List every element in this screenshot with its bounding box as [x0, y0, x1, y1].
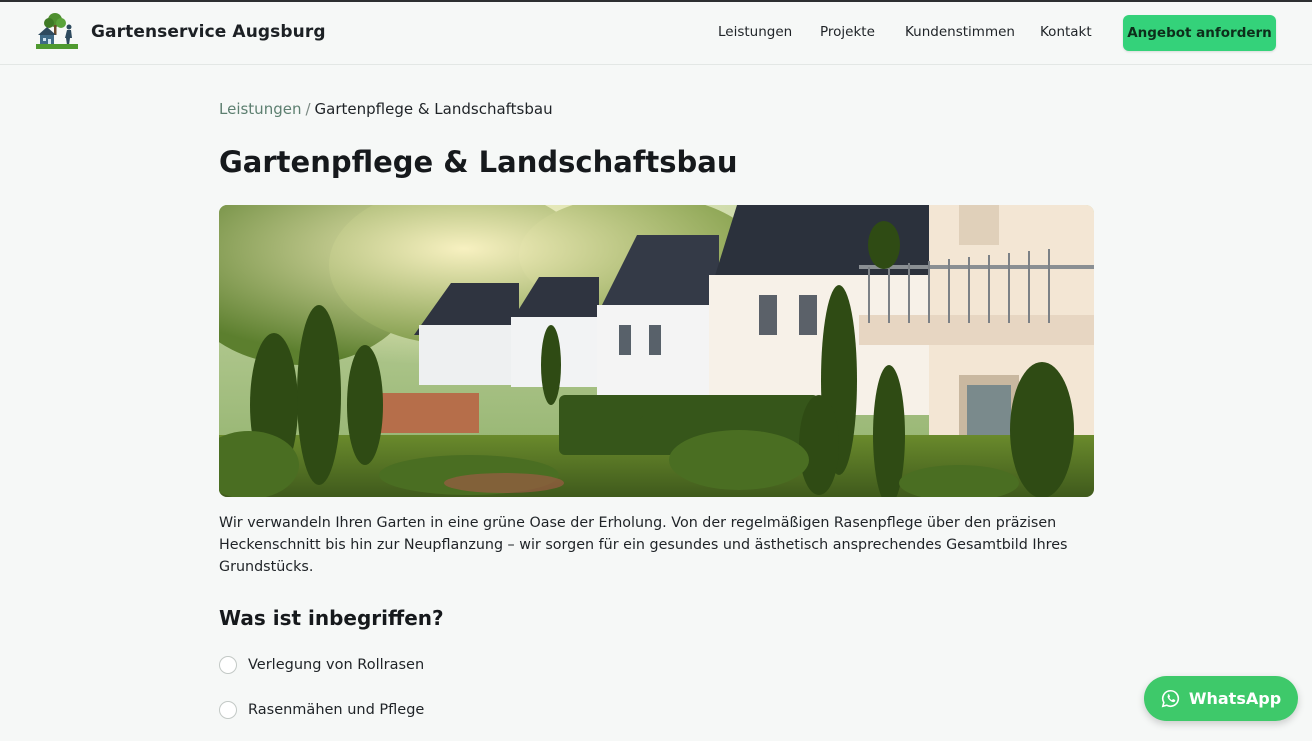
nav-kundenstimmen[interactable]: Kundenstimmen: [905, 24, 1015, 40]
included-item[interactable]: Rasenmähen und Pflege: [219, 700, 424, 720]
request-quote-button[interactable]: Angebot anfordern: [1123, 15, 1276, 51]
whatsapp-button[interactable]: WhatsApp: [1144, 676, 1298, 721]
included-item-label: Rasenmähen und Pflege: [248, 702, 425, 718]
breadcrumb-current: Gartenpflege & Landschaftsbau: [314, 100, 553, 118]
breadcrumb-link-leistungen[interactable]: Leistungen: [219, 100, 301, 118]
radio-circle-icon[interactable]: [219, 701, 237, 719]
whatsapp-label: WhatsApp: [1188, 689, 1282, 708]
site-header: Gartenservice Augsburg Leistungen Projek…: [0, 2, 1312, 65]
breadcrumb: Leistungen / Gartenpflege & Landschaftsbau: [219, 100, 553, 118]
page-title: Gartenpflege & Landschaftsbau: [219, 145, 738, 179]
logo-icon[interactable]: [36, 11, 78, 49]
included-item-label: Verlegung von Rollrasen: [248, 657, 425, 673]
radio-circle-icon[interactable]: [219, 656, 237, 674]
whatsapp-icon: [1161, 689, 1179, 708]
nav-kontakt[interactable]: Kontakt: [1040, 24, 1092, 40]
hero-image: [219, 205, 1094, 497]
brand-name[interactable]: Gartenservice Augsburg: [91, 22, 326, 42]
included-item[interactable]: Verlegung von Rollrasen: [219, 655, 424, 675]
nav-projekte[interactable]: Projekte: [820, 24, 875, 40]
nav-leistungen[interactable]: Leistungen: [718, 24, 792, 40]
breadcrumb-separator: /: [305, 100, 311, 118]
included-heading: Was ist inbegriffen?: [219, 606, 444, 630]
intro-text: Wir verwandeln Ihren Garten in eine grün…: [219, 515, 1068, 575]
